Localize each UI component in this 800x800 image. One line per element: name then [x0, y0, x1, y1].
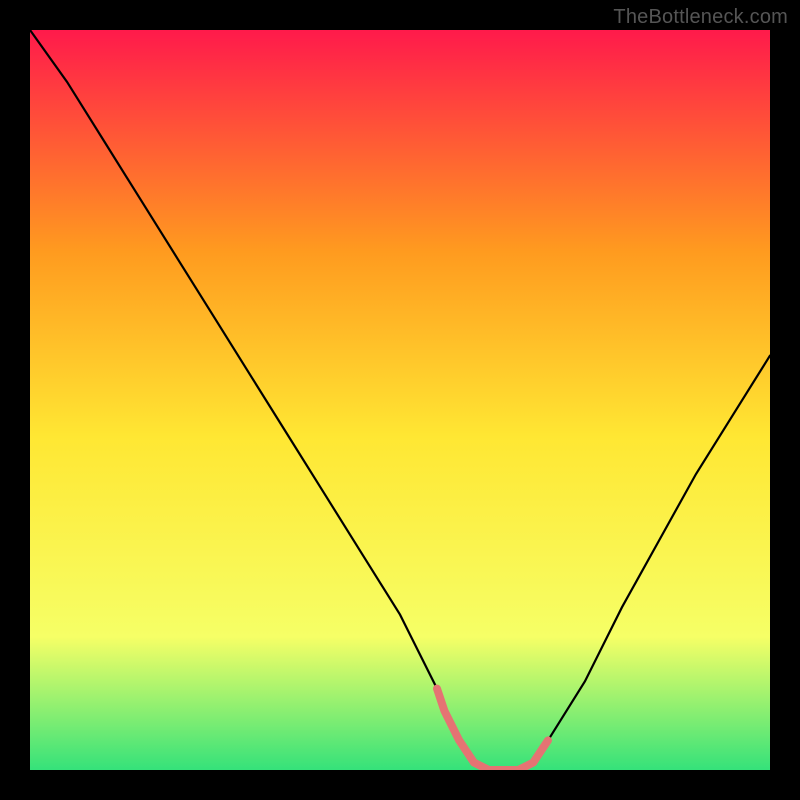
- watermark-text: TheBottleneck.com: [613, 6, 788, 29]
- plot-area: [30, 30, 770, 770]
- chart-frame: TheBottleneck.com: [0, 0, 800, 800]
- bottleneck-chart: [30, 30, 770, 770]
- gradient-background: [30, 30, 770, 770]
